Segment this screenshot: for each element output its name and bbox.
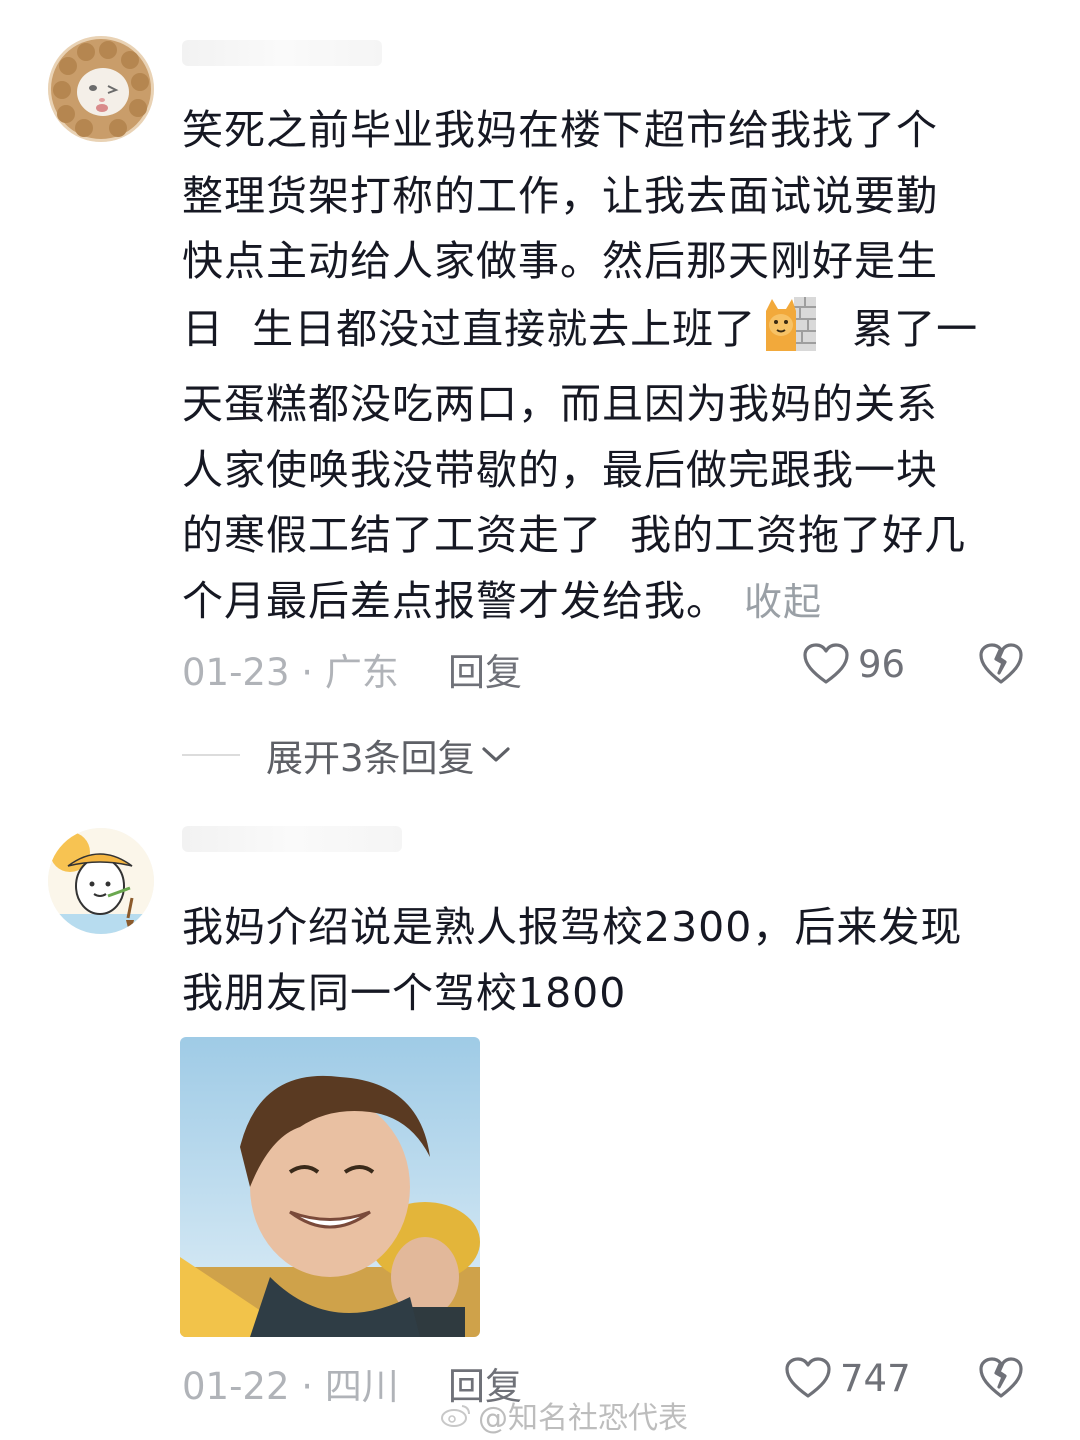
- heart-icon: [803, 643, 849, 684]
- expand-replies-label: 展开3条回复: [266, 737, 475, 780]
- cat-in-knit-hood-avatar-icon: [48, 36, 154, 142]
- comment-date-location: 01-22 · 四川: [182, 1365, 399, 1408]
- collapse-button[interactable]: 收起: [744, 580, 822, 624]
- watermark-text: @知名社恐代表: [478, 1401, 688, 1436]
- user-avatar[interactable]: [48, 36, 154, 142]
- like-count: 96: [858, 642, 906, 686]
- dislike-button[interactable]: [978, 1356, 1024, 1404]
- reply-button[interactable]: 回复: [448, 642, 522, 696]
- comment-meta: 01-23 · 广东 回复 96: [182, 642, 1024, 694]
- chevron-down-icon: [481, 747, 510, 762]
- weibo-logo-icon: [441, 1405, 470, 1427]
- comment-location: 四川: [324, 1365, 399, 1408]
- comment-date: 01-22: [182, 1365, 290, 1408]
- comment-date: 01-23: [182, 651, 290, 694]
- broken-heart-icon: [979, 1357, 1023, 1398]
- expand-replies[interactable]: 展开3条回复: [182, 728, 511, 782]
- comment-text: 笑死之前毕业我妈在楼下超市给我找了个 整理货架打称的工作，让我去面试说要勤 快点…: [182, 98, 1042, 635]
- heart-icon: [785, 1357, 831, 1398]
- comment-location: 广东: [324, 651, 399, 694]
- watermark: @知名社恐代表: [440, 1393, 688, 1437]
- username[interactable]: [182, 40, 382, 66]
- username[interactable]: [182, 826, 402, 852]
- smiling-young-man-photo[interactable]: [180, 1037, 480, 1337]
- cat-behind-wall-emoji-icon: [762, 295, 818, 373]
- broken-heart-icon: [979, 643, 1023, 684]
- dislike-button[interactable]: [978, 642, 1024, 690]
- photo-image: [180, 1037, 480, 1337]
- like-button[interactable]: 747: [784, 1356, 911, 1400]
- cartoon-egg-with-straw-hat-avatar-icon: [48, 828, 154, 934]
- user-avatar[interactable]: [48, 828, 154, 934]
- divider-line: [182, 754, 240, 756]
- like-count: 747: [840, 1356, 911, 1400]
- like-button[interactable]: 96: [802, 642, 905, 686]
- comment-date-location: 01-23 · 广东: [182, 651, 399, 694]
- comment-text: 我妈介绍说是熟人报驾校2300，后来发现 我朋友同一个驾校1800: [182, 903, 963, 1017]
